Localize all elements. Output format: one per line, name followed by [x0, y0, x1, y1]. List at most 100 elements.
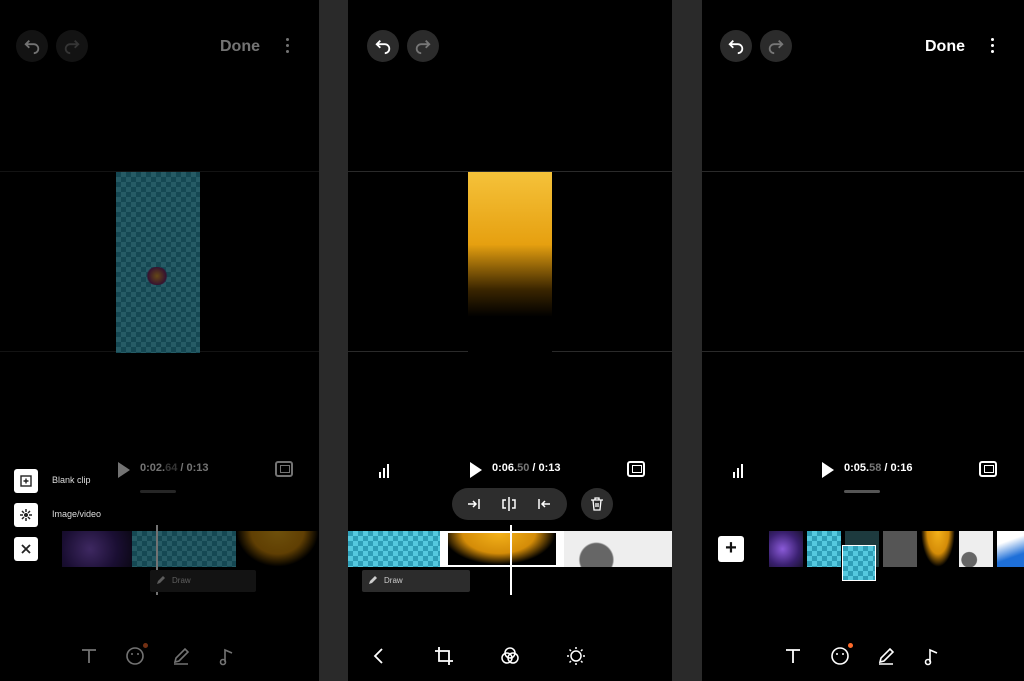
trim-end-icon: [538, 499, 550, 509]
sticker-icon: [126, 647, 144, 665]
sticker-tool-button[interactable]: [124, 643, 148, 667]
clip-thumbnail[interactable]: [564, 531, 672, 567]
fit-screen-icon[interactable]: [275, 461, 293, 477]
play-button[interactable]: [470, 462, 482, 478]
clip-thumbnail[interactable]: [883, 531, 917, 567]
undo-button[interactable]: [367, 30, 399, 62]
back-button[interactable]: [368, 645, 390, 667]
draw-track-label: Draw: [384, 576, 403, 585]
video-preview: [348, 171, 672, 353]
music-tool-button[interactable]: [921, 645, 943, 667]
trash-icon: [591, 497, 603, 511]
sticker-icon: [831, 647, 849, 665]
music-icon: [924, 648, 938, 666]
redo-icon: [768, 39, 784, 55]
clip-thumbnail[interactable]: [997, 531, 1024, 567]
undo-button[interactable]: [16, 30, 48, 62]
crop-button[interactable]: [433, 645, 455, 667]
clip-thumbnail[interactable]: [132, 531, 236, 567]
pen-icon: [173, 647, 190, 665]
delete-clip-button[interactable]: [581, 488, 613, 520]
draw-tool-button[interactable]: [875, 645, 897, 667]
preview-subject: [145, 267, 169, 285]
trim-handle-left[interactable]: [440, 531, 448, 567]
clip-thumbnail[interactable]: [807, 531, 841, 567]
text-icon: [786, 649, 800, 663]
music-tool-button[interactable]: [216, 645, 238, 667]
redo-icon: [64, 39, 80, 55]
adjust-button[interactable]: [565, 645, 587, 667]
play-button[interactable]: [822, 462, 834, 478]
trim-start-button[interactable]: [466, 495, 484, 513]
dragging-clip-thumbnail[interactable]: [842, 545, 876, 581]
trim-end-button[interactable]: [534, 495, 552, 513]
playhead[interactable]: [510, 525, 512, 595]
add-clip-button[interactable]: +: [718, 536, 744, 562]
volume-icon[interactable]: [379, 462, 393, 478]
trim-start-icon: [468, 499, 480, 509]
clip-thumbnail[interactable]: [62, 531, 132, 567]
undo-icon: [24, 39, 40, 55]
video-preview: [0, 171, 319, 353]
selected-clip-thumbnail[interactable]: [440, 531, 558, 567]
clip-edit-toolbar: [452, 488, 567, 520]
close-icon: [14, 537, 38, 561]
draw-track[interactable]: Draw: [150, 570, 256, 592]
back-icon: [373, 648, 383, 664]
crop-icon: [435, 647, 453, 665]
undo-icon: [375, 39, 391, 55]
playback-time: 0:05.58 / 0:16: [844, 462, 913, 474]
notification-dot: [848, 643, 853, 648]
text-tool-button[interactable]: [782, 645, 804, 667]
image-video-icon: [14, 503, 38, 527]
pencil-icon: [157, 576, 165, 584]
redo-icon: [415, 39, 431, 55]
redo-button[interactable]: [407, 30, 439, 62]
pencil-icon: [369, 576, 377, 584]
editor-panel-clip-tools: 0:06.50 / 0:13 Draw: [348, 0, 672, 681]
draw-track-label: Draw: [172, 576, 191, 585]
play-button[interactable]: [118, 462, 130, 478]
video-preview: [702, 171, 1024, 352]
more-options-icon[interactable]: [284, 38, 290, 56]
draw-tool-button[interactable]: [170, 645, 192, 667]
preview-frame: [116, 172, 200, 353]
clip-thumbnail[interactable]: [348, 531, 440, 567]
clip-thumbnail[interactable]: [769, 531, 803, 567]
preview-frame: [468, 172, 552, 353]
notification-dot: [143, 643, 148, 648]
blank-clip-icon: [14, 469, 38, 493]
clip-thumbnail[interactable]: [236, 531, 319, 567]
split-button[interactable]: [500, 495, 518, 513]
blank-clip-label: Blank clip: [52, 475, 91, 485]
draw-track[interactable]: Draw: [362, 570, 470, 592]
undo-button[interactable]: [720, 30, 752, 62]
fit-screen-icon[interactable]: [979, 461, 997, 477]
image-video-label: Image/video: [52, 509, 102, 519]
drag-handle[interactable]: [140, 490, 176, 493]
volume-icon[interactable]: [733, 462, 747, 478]
done-button[interactable]: Done: [925, 38, 965, 56]
text-icon: [82, 649, 96, 663]
filter-button[interactable]: [499, 645, 521, 667]
adjust-icon: [567, 647, 585, 665]
playback-time: 0:02.64 / 0:13: [140, 462, 209, 474]
pen-icon: [878, 647, 895, 665]
split-icon: [502, 497, 516, 511]
redo-button[interactable]: [56, 30, 88, 62]
more-options-icon[interactable]: [989, 38, 995, 56]
playback-time: 0:06.50 / 0:13: [492, 462, 561, 474]
drag-handle[interactable]: [844, 490, 880, 493]
editor-panel-add-menu: Done 0:02.64 / 0:13 Draw Blank clip Imag…: [0, 0, 319, 681]
trim-handle-right[interactable]: [556, 531, 564, 567]
clip-thumbnail[interactable]: [921, 531, 955, 567]
undo-icon: [728, 39, 744, 55]
sticker-tool-button[interactable]: [829, 643, 853, 667]
redo-button[interactable]: [760, 30, 792, 62]
clip-thumbnail[interactable]: [959, 531, 993, 567]
music-icon: [219, 648, 233, 666]
done-button[interactable]: Done: [220, 38, 260, 56]
fit-screen-icon[interactable]: [627, 461, 645, 477]
filter-icon: [501, 647, 519, 664]
text-tool-button[interactable]: [78, 645, 100, 667]
